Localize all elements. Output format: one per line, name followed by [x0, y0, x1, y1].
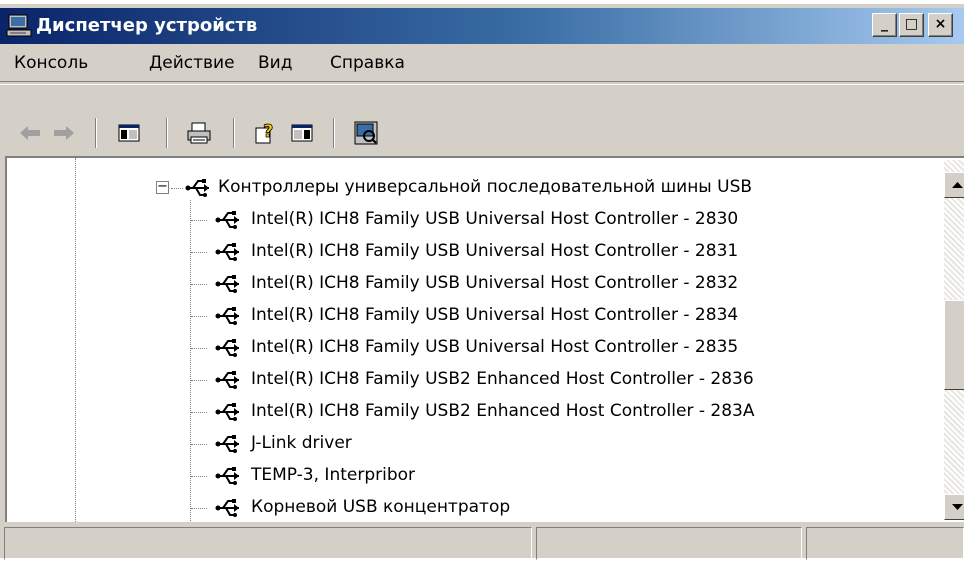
window-title: Диспетчер устройств	[36, 15, 258, 36]
tree-line	[191, 444, 207, 445]
tree-item-device[interactable]: J-Link driver	[7, 428, 937, 460]
device-label: Intel(R) ICH8 Family USB Universal Host …	[251, 337, 739, 357]
tree-line	[191, 284, 207, 285]
usb-icon	[215, 211, 239, 229]
scroll-thumb[interactable]	[944, 300, 964, 390]
device-label: Intel(R) ICH8 Family USB Universal Host …	[251, 241, 739, 261]
device-manager-window: Диспетчер устройств _ □ × Консоль Действ…	[0, 0, 964, 560]
tree-category-usb[interactable]: − Контроллеры универсальной последовател…	[7, 172, 937, 204]
toolbar: ?	[0, 84, 964, 154]
menu-action[interactable]: Действие	[149, 53, 235, 73]
computer-icon	[6, 14, 32, 37]
menu-view[interactable]: Вид	[258, 53, 292, 73]
usb-icon	[215, 403, 239, 421]
tree-line	[191, 252, 207, 253]
tree-item-device[interactable]: Корневой USB концентратор	[7, 492, 937, 522]
back-arrow-icon[interactable]	[17, 120, 43, 146]
help-icon[interactable]: ?	[254, 120, 280, 146]
tree-line	[191, 220, 207, 221]
toolbar-separator	[95, 118, 97, 148]
status-pane-main	[4, 527, 532, 560]
tree-item-device[interactable]: Intel(R) ICH8 Family USB Universal Host …	[7, 332, 937, 364]
status-pane-3	[806, 527, 964, 560]
tree-line	[191, 348, 207, 349]
scan-hardware-icon[interactable]	[353, 120, 379, 146]
menu-help[interactable]: Справка	[330, 53, 405, 73]
status-pane-2	[536, 527, 802, 560]
toolbar-separator	[233, 118, 235, 148]
minimize-button[interactable]: _	[872, 13, 897, 37]
maximize-button[interactable]: □	[899, 13, 924, 37]
properties-icon[interactable]	[289, 120, 315, 146]
tree-line	[191, 380, 207, 381]
scroll-up-button[interactable]	[944, 172, 964, 198]
usb-icon	[215, 339, 239, 357]
device-tree[interactable]: − Контроллеры универсальной последовател…	[5, 156, 964, 522]
usb-icon	[215, 435, 239, 453]
title-bar[interactable]: Диспетчер устройств _ □ ×	[0, 8, 964, 44]
usb-icon	[215, 275, 239, 293]
scroll-down-button[interactable]	[944, 494, 964, 520]
device-label: Intel(R) ICH8 Family USB2 Enhanced Host …	[251, 401, 755, 421]
tree-item-device[interactable]: Intel(R) ICH8 Family USB2 Enhanced Host …	[7, 396, 937, 428]
category-label: Контроллеры универсальной последовательн…	[218, 177, 753, 197]
print-icon[interactable]	[186, 120, 212, 146]
device-label: Intel(R) ICH8 Family USB Universal Host …	[251, 209, 739, 229]
tree-line	[191, 412, 207, 413]
device-label: Intel(R) ICH8 Family USB Universal Host …	[251, 305, 739, 325]
menu-bar: Консоль Действие Вид Справка	[0, 44, 964, 82]
svg-text:?: ?	[263, 121, 273, 142]
usb-icon	[215, 371, 239, 389]
usb-icon	[215, 499, 239, 517]
device-label: J-Link driver	[251, 433, 352, 453]
device-label: Intel(R) ICH8 Family USB Universal Host …	[251, 273, 739, 293]
tree-item-device[interactable]: TEMP-3, Interpribor	[7, 460, 937, 492]
collapse-icon[interactable]: −	[156, 180, 169, 194]
usb-icon	[215, 467, 239, 485]
forward-arrow-icon[interactable]	[51, 120, 77, 146]
tree-line	[191, 476, 207, 477]
vertical-scrollbar[interactable]	[944, 160, 964, 520]
tree-item-device[interactable]: Intel(R) ICH8 Family USB Universal Host …	[7, 300, 937, 332]
device-label: Корневой USB концентратор	[251, 497, 511, 517]
status-bar	[0, 522, 964, 562]
device-label: TEMP-3, Interpribor	[251, 465, 416, 485]
usb-icon	[185, 179, 209, 197]
close-button[interactable]: ×	[928, 13, 953, 37]
device-label: Intel(R) ICH8 Family USB2 Enhanced Host …	[251, 369, 754, 389]
tree-item-device[interactable]: Intel(R) ICH8 Family USB2 Enhanced Host …	[7, 364, 937, 396]
tree-line	[191, 316, 207, 317]
toolbar-separator	[166, 118, 168, 148]
usb-icon	[215, 307, 239, 325]
show-hide-console-tree-icon[interactable]	[116, 120, 142, 146]
tree-item-device[interactable]: Intel(R) ICH8 Family USB Universal Host …	[7, 236, 937, 268]
menu-console[interactable]: Консоль	[14, 53, 88, 73]
tree-item-device[interactable]: Intel(R) ICH8 Family USB Universal Host …	[7, 204, 937, 236]
tree-line	[191, 508, 207, 509]
usb-icon	[215, 243, 239, 261]
tree-item-device[interactable]: Intel(R) ICH8 Family USB Universal Host …	[7, 268, 937, 300]
toolbar-separator	[333, 118, 335, 148]
